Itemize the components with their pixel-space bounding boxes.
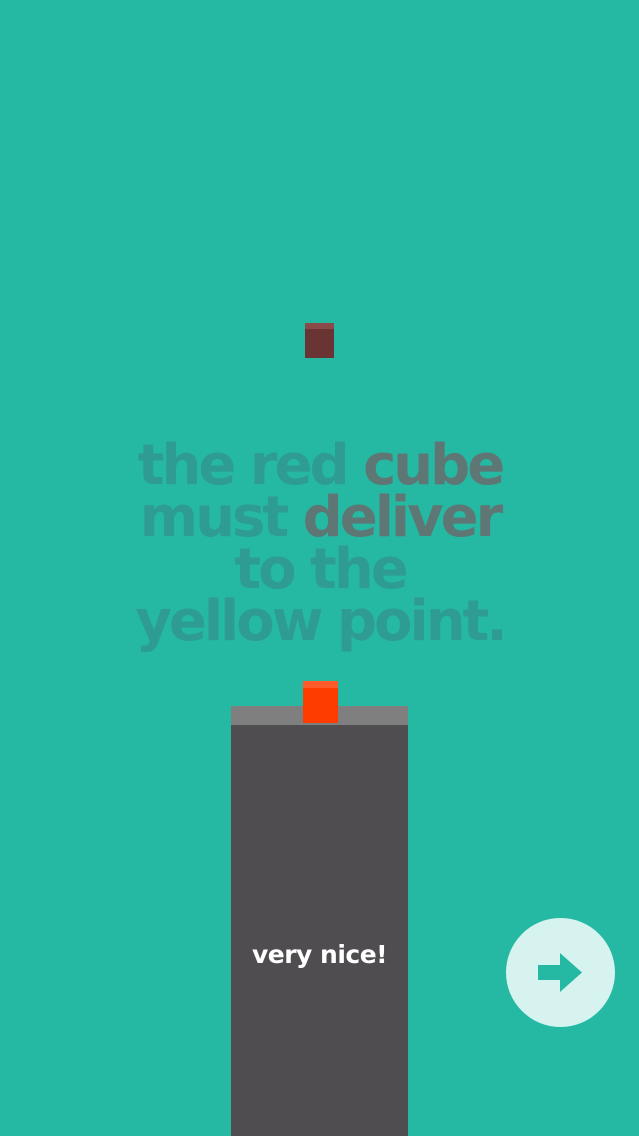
player-cube[interactable]	[303, 681, 338, 723]
falling-cube-body	[305, 329, 334, 358]
game-scene[interactable]: the red cube must deliver to the yellow …	[0, 0, 639, 1136]
feedback-text: very nice!	[251, 940, 388, 969]
arrow-right-icon	[538, 953, 582, 992]
tower-pillar	[231, 725, 408, 1136]
player-cube-top	[303, 681, 338, 688]
falling-cube	[305, 323, 334, 358]
next-button[interactable]	[506, 918, 615, 1027]
instruction-text: the red cube must deliver to the yellow …	[70, 438, 570, 654]
instruction-line-4: yellow point.	[135, 589, 507, 654]
player-cube-body	[303, 688, 338, 723]
tower	[231, 706, 408, 1136]
